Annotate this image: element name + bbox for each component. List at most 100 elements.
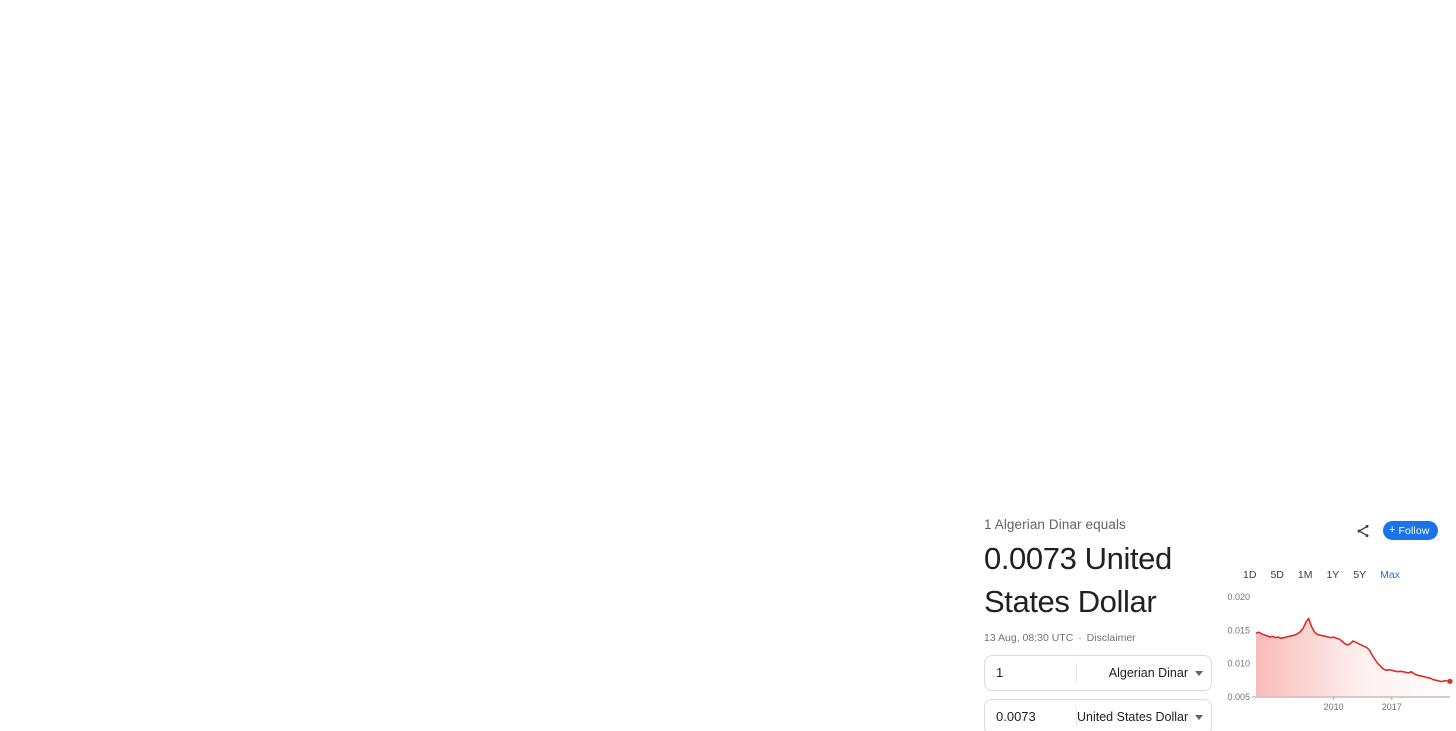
price-chart[interactable]: 0.0000.0050.01020102017 [1212, 115, 1450, 237]
range-tab-1d[interactable]: 1D [267, 563, 294, 575]
converter-row-from[interactable]: 1Nigerian Naira [988, 175, 1216, 211]
follow-button[interactable]: +Follow [421, 282, 476, 301]
share-icon[interactable] [398, 37, 414, 53]
to-currency-select[interactable]: United States Dollar [1081, 230, 1215, 244]
range-tab-5d[interactable]: 5D [304, 88, 331, 100]
to-amount-input[interactable]: 0.0073 [985, 707, 1077, 727]
range-tab-max[interactable]: Max [1373, 569, 1407, 581]
range-tab-1d[interactable]: 1D [754, 92, 781, 104]
share-icon[interactable] [878, 274, 894, 290]
from-currency-select[interactable]: Zambian Kwacha [587, 655, 721, 669]
range-tab-1m[interactable]: 1M [1289, 95, 1318, 107]
range-tab-1y[interactable]: 1Y [350, 563, 377, 575]
range-tab-1y[interactable]: 1Y [840, 562, 867, 574]
converter-row-from[interactable]: 1Rwandan Franc [20, 415, 248, 451]
disclaimer-link[interactable]: Disclaimer [113, 143, 162, 155]
range-tab-1d[interactable]: 1D [277, 88, 304, 100]
converter-row-to[interactable]: 0.00027United States Dollar [494, 448, 722, 484]
range-tab-1m[interactable]: 1M [322, 563, 351, 575]
range-tab-1y[interactable]: 1Y [1319, 569, 1346, 581]
range-tab-5y[interactable]: 5Y [1346, 569, 1373, 581]
from-currency-select[interactable]: Central African CFA fran [103, 177, 237, 191]
range-tab-1m[interactable]: 1M [817, 322, 846, 334]
follow-button[interactable]: +Follow [896, 42, 951, 61]
range-tab-5y[interactable]: 5Y [382, 332, 409, 344]
range-tab-1m[interactable]: 1M [1305, 305, 1334, 317]
follow-button[interactable]: +Follow [1386, 255, 1441, 274]
range-tab-1m[interactable]: 1M [1291, 569, 1320, 581]
follow-button[interactable]: +Follow [419, 512, 474, 531]
converter-row-to[interactable]: 0.089United States Dollar [505, 215, 733, 251]
range-tab-5y[interactable]: 5Y [1344, 95, 1371, 107]
range-tab-max[interactable]: Max [404, 563, 438, 575]
disclaimer-link[interactable]: Disclaimer [123, 392, 172, 404]
converter-row-to[interactable]: 0.0017United States Dollar [10, 210, 238, 246]
range-tab-1d[interactable]: 1D [1250, 305, 1277, 317]
price-chart[interactable]: 0.00100.00150.00200.002520102017 [255, 108, 487, 252]
follow-button[interactable]: +Follow [1383, 521, 1438, 540]
range-tab-1y[interactable]: 1Y [837, 92, 864, 104]
converter-row-to[interactable]: 0.0070United States Dollar [984, 432, 1212, 468]
range-tab-5y[interactable]: 5Y [377, 563, 404, 575]
disclaimer-link[interactable]: Disclaimer [597, 381, 646, 393]
range-tab-max[interactable]: Max [409, 332, 443, 344]
converter-row-from[interactable]: 1Ugandan Shilling [494, 404, 722, 440]
converter-row-to[interactable]: 0.00085United States Dollar [20, 459, 248, 495]
range-tab-max[interactable]: Max [899, 322, 933, 334]
from-currency-select[interactable]: Ugandan Shilling [587, 415, 721, 429]
to-amount-input[interactable]: 0.018 [9, 698, 101, 718]
to-currency-select[interactable]: United States Dollar [1077, 710, 1211, 724]
from-currency-select[interactable]: Ghanaian Cedi [598, 182, 732, 196]
from-amount-input[interactable]: 1 [9, 654, 101, 674]
price-chart[interactable]: 0.0050.0100.0150.02020102017 [1214, 589, 1454, 715]
range-tab-5d[interactable]: 5D [784, 562, 811, 574]
range-tab-1y[interactable]: 1Y [355, 332, 382, 344]
from-amount-input[interactable]: 1 [11, 174, 103, 194]
range-tab-5d[interactable]: 5D [1261, 95, 1288, 107]
price-chart[interactable]: 0.00020.00040.00060.0008201020170.000525… [740, 342, 972, 479]
from-amount-input[interactable]: 1 [989, 183, 1081, 203]
range-tab-1d[interactable]: 1D [272, 332, 299, 344]
price-chart[interactable]: 0.00.51.01.5201320190.1329 Apr 2022 [732, 112, 964, 252]
range-tab-1d[interactable]: 1D [757, 562, 784, 574]
follow-button[interactable]: +Follow [906, 512, 961, 531]
range-tab-1m[interactable]: 1M [332, 88, 361, 100]
disclaimer-link[interactable]: Disclaimer [1087, 365, 1136, 377]
follow-button[interactable]: +Follow [1370, 46, 1425, 65]
share-icon[interactable] [1358, 257, 1374, 273]
range-tab-5d[interactable]: 5D [1277, 305, 1304, 317]
converter-row-from[interactable]: 1Central African CFA fran [10, 166, 238, 202]
range-tab-1y[interactable]: 1Y [1333, 305, 1360, 317]
from-amount-input[interactable]: 1 [985, 663, 1077, 683]
to-currency-select[interactable]: United States Dollar [1077, 443, 1211, 457]
share-icon[interactable] [868, 44, 884, 60]
to-amount-input[interactable]: 0.052 [495, 696, 587, 716]
range-tab-5y[interactable]: 5Y [867, 562, 894, 574]
range-tab-1m[interactable]: 1M [327, 332, 356, 344]
converter-row-from[interactable]: 1Algerian Dinar [984, 655, 1212, 691]
range-tab-max[interactable]: Max [1371, 95, 1405, 107]
to-currency-select[interactable]: United States Dollar [598, 226, 732, 240]
converter-row-from[interactable]: 1Ethiopian Birr [8, 646, 236, 682]
from-currency-select[interactable]: Ethiopian Birr [101, 657, 235, 671]
range-tab-max[interactable]: Max [891, 92, 925, 104]
range-tab-max[interactable]: Max [1387, 305, 1421, 317]
from-amount-input[interactable]: 1 [495, 412, 587, 432]
converter-row-from[interactable]: 1Zambian Kwacha [494, 644, 722, 680]
converter-row-from[interactable]: 1Kenyan Shilling [984, 388, 1212, 424]
from-amount-input[interactable]: 1 [985, 396, 1077, 416]
from-amount-input[interactable]: 1 [21, 423, 113, 443]
range-tab-5y[interactable]: 5Y [387, 88, 414, 100]
from-currency-select[interactable]: Rwandan Franc [113, 426, 247, 440]
to-amount-input[interactable]: 0.00085 [21, 467, 113, 487]
price-chart[interactable]: 0.0050.0100.0150.020201020170.0159 Nov 2… [1228, 325, 1452, 453]
range-tab-5y[interactable]: 5Y [1360, 305, 1387, 317]
range-tab-max[interactable]: Max [894, 562, 928, 574]
share-icon[interactable] [393, 284, 409, 300]
share-icon[interactable] [391, 514, 407, 530]
converter-row-to[interactable]: 0.0073United States Dollar [984, 699, 1212, 731]
price-chart[interactable]: 0.00050.00100.00150.0020201020170.000851… [250, 352, 486, 484]
disclaimer-link[interactable]: Disclaimer [111, 623, 160, 635]
to-currency-select[interactable]: United States Dollar [587, 699, 721, 713]
range-tab-1y[interactable]: 1Y [845, 322, 872, 334]
